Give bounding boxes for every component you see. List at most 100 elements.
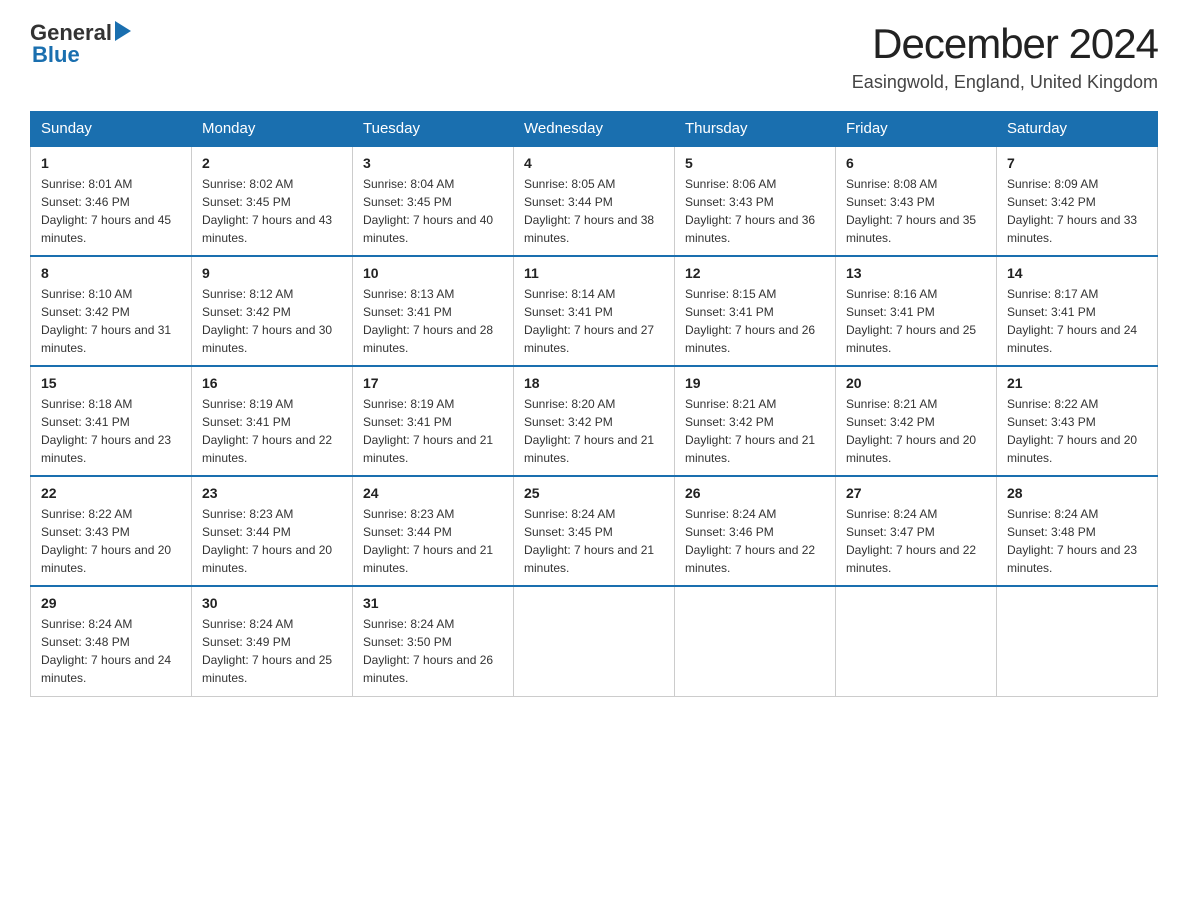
day-number: 6 xyxy=(846,155,986,171)
day-28: 28 Sunrise: 8:24 AMSunset: 3:48 PMDaylig… xyxy=(997,476,1158,586)
day-number: 27 xyxy=(846,485,986,501)
empty-cell-w5c5 xyxy=(675,586,836,696)
day-info: Sunrise: 8:22 AMSunset: 3:43 PMDaylight:… xyxy=(41,507,171,575)
day-10: 10 Sunrise: 8:13 AMSunset: 3:41 PMDaylig… xyxy=(353,256,514,366)
col-sunday: Sunday xyxy=(31,112,192,147)
day-info: Sunrise: 8:09 AMSunset: 3:42 PMDaylight:… xyxy=(1007,177,1137,245)
day-info: Sunrise: 8:01 AMSunset: 3:46 PMDaylight:… xyxy=(41,177,171,245)
day-number: 5 xyxy=(685,155,825,171)
day-info: Sunrise: 8:10 AMSunset: 3:42 PMDaylight:… xyxy=(41,287,171,355)
day-5: 5 Sunrise: 8:06 AMSunset: 3:43 PMDayligh… xyxy=(675,146,836,256)
day-16: 16 Sunrise: 8:19 AMSunset: 3:41 PMDaylig… xyxy=(192,366,353,476)
day-number: 10 xyxy=(363,265,503,281)
day-info: Sunrise: 8:04 AMSunset: 3:45 PMDaylight:… xyxy=(363,177,493,245)
day-number: 28 xyxy=(1007,485,1147,501)
week-row-2: 8 Sunrise: 8:10 AMSunset: 3:42 PMDayligh… xyxy=(31,256,1158,366)
day-number: 22 xyxy=(41,485,181,501)
day-number: 19 xyxy=(685,375,825,391)
day-1: 1 Sunrise: 8:01 AMSunset: 3:46 PMDayligh… xyxy=(31,146,192,256)
page-header: General Blue December 2024 Easingwold, E… xyxy=(30,20,1158,93)
day-number: 8 xyxy=(41,265,181,281)
day-info: Sunrise: 8:24 AMSunset: 3:45 PMDaylight:… xyxy=(524,507,654,575)
title-block: December 2024 Easingwold, England, Unite… xyxy=(852,20,1158,93)
day-number: 23 xyxy=(202,485,342,501)
day-number: 24 xyxy=(363,485,503,501)
day-23: 23 Sunrise: 8:23 AMSunset: 3:44 PMDaylig… xyxy=(192,476,353,586)
day-number: 20 xyxy=(846,375,986,391)
day-31: 31 Sunrise: 8:24 AMSunset: 3:50 PMDaylig… xyxy=(353,586,514,696)
day-22: 22 Sunrise: 8:22 AMSunset: 3:43 PMDaylig… xyxy=(31,476,192,586)
day-13: 13 Sunrise: 8:16 AMSunset: 3:41 PMDaylig… xyxy=(836,256,997,366)
day-info: Sunrise: 8:17 AMSunset: 3:41 PMDaylight:… xyxy=(1007,287,1137,355)
day-number: 12 xyxy=(685,265,825,281)
day-number: 21 xyxy=(1007,375,1147,391)
day-18: 18 Sunrise: 8:20 AMSunset: 3:42 PMDaylig… xyxy=(514,366,675,476)
day-26: 26 Sunrise: 8:24 AMSunset: 3:46 PMDaylig… xyxy=(675,476,836,586)
day-14: 14 Sunrise: 8:17 AMSunset: 3:41 PMDaylig… xyxy=(997,256,1158,366)
day-info: Sunrise: 8:02 AMSunset: 3:45 PMDaylight:… xyxy=(202,177,332,245)
day-info: Sunrise: 8:14 AMSunset: 3:41 PMDaylight:… xyxy=(524,287,654,355)
day-number: 11 xyxy=(524,265,664,281)
week-row-5: 29 Sunrise: 8:24 AMSunset: 3:48 PMDaylig… xyxy=(31,586,1158,696)
day-number: 31 xyxy=(363,595,503,611)
day-24: 24 Sunrise: 8:23 AMSunset: 3:44 PMDaylig… xyxy=(353,476,514,586)
day-number: 4 xyxy=(524,155,664,171)
day-number: 2 xyxy=(202,155,342,171)
col-saturday: Saturday xyxy=(997,112,1158,147)
logo-blue-text: Blue xyxy=(32,42,80,68)
day-info: Sunrise: 8:06 AMSunset: 3:43 PMDaylight:… xyxy=(685,177,815,245)
day-number: 25 xyxy=(524,485,664,501)
day-number: 17 xyxy=(363,375,503,391)
day-17: 17 Sunrise: 8:19 AMSunset: 3:41 PMDaylig… xyxy=(353,366,514,476)
day-11: 11 Sunrise: 8:14 AMSunset: 3:41 PMDaylig… xyxy=(514,256,675,366)
week-row-3: 15 Sunrise: 8:18 AMSunset: 3:41 PMDaylig… xyxy=(31,366,1158,476)
day-number: 14 xyxy=(1007,265,1147,281)
empty-cell-w5c7 xyxy=(997,586,1158,696)
logo: General Blue xyxy=(30,20,131,68)
day-19: 19 Sunrise: 8:21 AMSunset: 3:42 PMDaylig… xyxy=(675,366,836,476)
col-tuesday: Tuesday xyxy=(353,112,514,147)
day-info: Sunrise: 8:24 AMSunset: 3:48 PMDaylight:… xyxy=(41,617,171,685)
day-info: Sunrise: 8:08 AMSunset: 3:43 PMDaylight:… xyxy=(846,177,976,245)
day-number: 30 xyxy=(202,595,342,611)
day-info: Sunrise: 8:24 AMSunset: 3:49 PMDaylight:… xyxy=(202,617,332,685)
day-info: Sunrise: 8:24 AMSunset: 3:50 PMDaylight:… xyxy=(363,617,493,685)
day-number: 13 xyxy=(846,265,986,281)
col-wednesday: Wednesday xyxy=(514,112,675,147)
day-info: Sunrise: 8:23 AMSunset: 3:44 PMDaylight:… xyxy=(202,507,332,575)
logo-arrow-icon xyxy=(115,21,131,46)
empty-cell-w5c4 xyxy=(514,586,675,696)
week-row-4: 22 Sunrise: 8:22 AMSunset: 3:43 PMDaylig… xyxy=(31,476,1158,586)
calendar-subtitle: Easingwold, England, United Kingdom xyxy=(852,72,1158,93)
day-25: 25 Sunrise: 8:24 AMSunset: 3:45 PMDaylig… xyxy=(514,476,675,586)
day-info: Sunrise: 8:12 AMSunset: 3:42 PMDaylight:… xyxy=(202,287,332,355)
day-4: 4 Sunrise: 8:05 AMSunset: 3:44 PMDayligh… xyxy=(514,146,675,256)
day-info: Sunrise: 8:19 AMSunset: 3:41 PMDaylight:… xyxy=(202,397,332,465)
day-info: Sunrise: 8:23 AMSunset: 3:44 PMDaylight:… xyxy=(363,507,493,575)
day-info: Sunrise: 8:15 AMSunset: 3:41 PMDaylight:… xyxy=(685,287,815,355)
day-number: 16 xyxy=(202,375,342,391)
day-6: 6 Sunrise: 8:08 AMSunset: 3:43 PMDayligh… xyxy=(836,146,997,256)
day-info: Sunrise: 8:21 AMSunset: 3:42 PMDaylight:… xyxy=(846,397,976,465)
day-15: 15 Sunrise: 8:18 AMSunset: 3:41 PMDaylig… xyxy=(31,366,192,476)
day-number: 7 xyxy=(1007,155,1147,171)
day-29: 29 Sunrise: 8:24 AMSunset: 3:48 PMDaylig… xyxy=(31,586,192,696)
calendar-title: December 2024 xyxy=(852,20,1158,68)
day-9: 9 Sunrise: 8:12 AMSunset: 3:42 PMDayligh… xyxy=(192,256,353,366)
day-info: Sunrise: 8:19 AMSunset: 3:41 PMDaylight:… xyxy=(363,397,493,465)
day-number: 1 xyxy=(41,155,181,171)
day-info: Sunrise: 8:24 AMSunset: 3:48 PMDaylight:… xyxy=(1007,507,1137,575)
day-info: Sunrise: 8:24 AMSunset: 3:46 PMDaylight:… xyxy=(685,507,815,575)
day-27: 27 Sunrise: 8:24 AMSunset: 3:47 PMDaylig… xyxy=(836,476,997,586)
empty-cell-w5c6 xyxy=(836,586,997,696)
day-3: 3 Sunrise: 8:04 AMSunset: 3:45 PMDayligh… xyxy=(353,146,514,256)
day-number: 9 xyxy=(202,265,342,281)
col-thursday: Thursday xyxy=(675,112,836,147)
day-20: 20 Sunrise: 8:21 AMSunset: 3:42 PMDaylig… xyxy=(836,366,997,476)
day-info: Sunrise: 8:20 AMSunset: 3:42 PMDaylight:… xyxy=(524,397,654,465)
day-info: Sunrise: 8:16 AMSunset: 3:41 PMDaylight:… xyxy=(846,287,976,355)
col-friday: Friday xyxy=(836,112,997,147)
day-number: 3 xyxy=(363,155,503,171)
header-row: Sunday Monday Tuesday Wednesday Thursday… xyxy=(31,112,1158,147)
day-info: Sunrise: 8:13 AMSunset: 3:41 PMDaylight:… xyxy=(363,287,493,355)
